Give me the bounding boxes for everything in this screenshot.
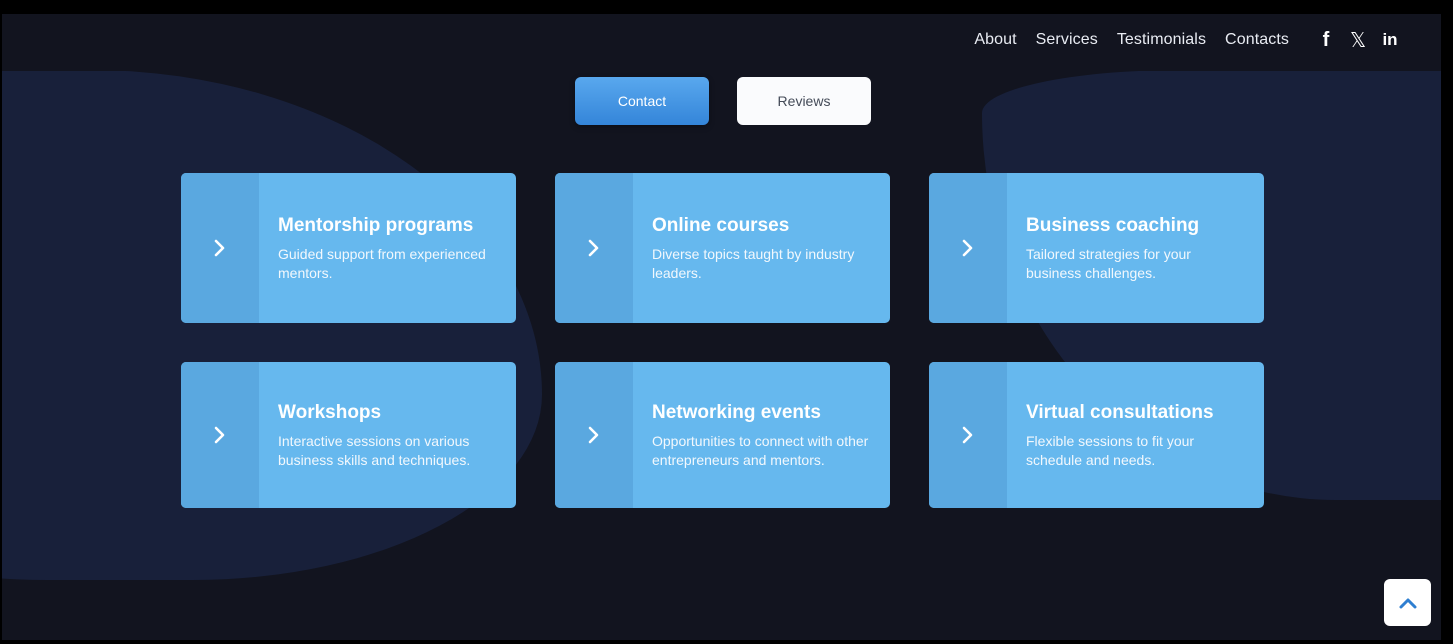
- card-description: Flexible sessions to fit your schedule a…: [1026, 432, 1195, 468]
- service-card-business-coaching[interactable]: Business coaching Tailored strategies fo…: [929, 173, 1264, 323]
- chevron-up-icon: [1399, 598, 1416, 608]
- card-title: Networking events: [652, 401, 821, 423]
- card-arrow[interactable]: [929, 362, 1007, 508]
- card-arrow[interactable]: [555, 362, 633, 508]
- card-title: Mentorship programs: [278, 214, 474, 236]
- service-card-networking-events[interactable]: Networking events Opportunities to conne…: [555, 362, 890, 508]
- card-arrow[interactable]: [181, 362, 259, 508]
- chevron-right-icon: [588, 426, 599, 444]
- card-description: Diverse topics taught by industry leader…: [652, 245, 855, 281]
- main-nav: About Services Testimonials Contacts f 𝕏…: [955, 14, 1399, 66]
- card-arrow[interactable]: [929, 173, 1007, 323]
- nav-services[interactable]: Services: [1036, 31, 1098, 49]
- reviews-button[interactable]: Reviews: [737, 77, 871, 125]
- card-title: Business coaching: [1026, 214, 1200, 236]
- service-card-mentorship[interactable]: Mentorship programs Guided support from …: [181, 173, 516, 323]
- chevron-right-icon: [588, 239, 599, 257]
- card-body: Mentorship programs Guided support from …: [259, 173, 516, 323]
- chevron-right-icon: [214, 426, 225, 444]
- card-body: Business coaching Tailored strategies fo…: [1007, 173, 1264, 323]
- card-body: Virtual consultations Flexible sessions …: [1007, 362, 1264, 508]
- service-card-virtual-consultations[interactable]: Virtual consultations Flexible sessions …: [929, 362, 1264, 508]
- card-description: Guided support from experienced mentors.: [278, 245, 486, 281]
- card-description: Interactive sessions on various business…: [278, 432, 471, 468]
- card-arrow[interactable]: [555, 173, 633, 323]
- card-description: Tailored strategies for your business ch…: [1026, 245, 1191, 281]
- service-card-workshops[interactable]: Workshops Interactive sessions on variou…: [181, 362, 516, 508]
- header: About Services Testimonials Contacts f 𝕏…: [2, 14, 1441, 71]
- nav-about[interactable]: About: [974, 31, 1016, 49]
- linkedin-icon[interactable]: in: [1381, 30, 1399, 50]
- x-twitter-icon[interactable]: 𝕏: [1349, 28, 1367, 53]
- chevron-right-icon: [962, 239, 973, 257]
- chevron-right-icon: [962, 426, 973, 444]
- card-title: Online courses: [652, 214, 790, 236]
- contact-button[interactable]: Contact: [575, 77, 709, 125]
- card-body: Networking events Opportunities to conne…: [633, 362, 890, 508]
- card-arrow[interactable]: [181, 173, 259, 323]
- card-body: Online courses Diverse topics taught by …: [633, 173, 890, 323]
- nav-testimonials[interactable]: Testimonials: [1117, 31, 1206, 49]
- scroll-to-top-button[interactable]: [1384, 579, 1431, 626]
- social-links: f 𝕏 in: [1303, 28, 1399, 53]
- card-title: Workshops: [278, 401, 382, 423]
- nav-contacts[interactable]: Contacts: [1225, 31, 1289, 49]
- card-body: Workshops Interactive sessions on variou…: [259, 362, 516, 508]
- page-frame: About Services Testimonials Contacts f 𝕏…: [2, 14, 1441, 640]
- chevron-right-icon: [214, 239, 225, 257]
- card-description: Opportunities to connect with other entr…: [652, 432, 869, 468]
- facebook-icon[interactable]: f: [1317, 29, 1335, 52]
- service-card-online-courses[interactable]: Online courses Diverse topics taught by …: [555, 173, 890, 323]
- card-title: Virtual consultations: [1026, 401, 1214, 423]
